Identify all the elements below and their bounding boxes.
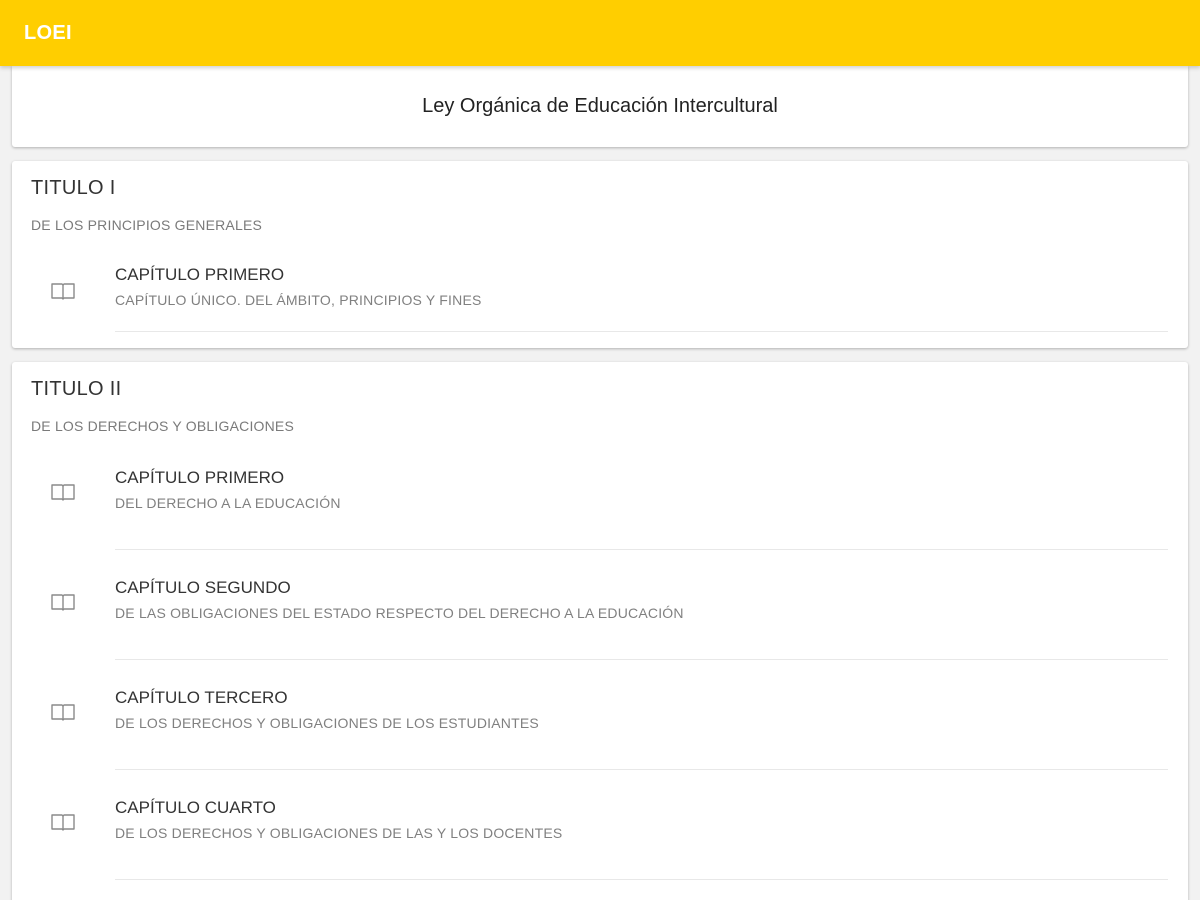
- divider: [115, 879, 1168, 880]
- chapter-description: DE LOS DERECHOS Y OBLIGACIONES DE LOS ES…: [115, 715, 539, 731]
- chapter-description: DEL DERECHO A LA EDUCACIÓN: [115, 495, 341, 511]
- app-title: LOEI: [24, 21, 72, 44]
- law-header-card: Ley Orgánica de Educación Intercultural: [12, 66, 1188, 147]
- chapter-item[interactable]: CAPÍTULO PRIMERO DEL DERECHO A LA EDUCAC…: [12, 442, 1188, 552]
- divider: [115, 549, 1168, 550]
- book-icon: [50, 280, 76, 302]
- chapter-label: CAPÍTULO SEGUNDO: [115, 578, 291, 597]
- titulo-card-2: TITULO II DE LOS DERECHOS Y OBLIGACIONES…: [12, 362, 1188, 900]
- chapter-label: CAPÍTULO CUARTO: [115, 798, 276, 817]
- titulo-heading: TITULO I: [31, 177, 116, 199]
- app-toolbar: LOEI: [0, 0, 1200, 66]
- divider: [115, 769, 1168, 770]
- chapter-description: DE LOS DERECHOS Y OBLIGACIONES DE LAS Y …: [115, 825, 563, 841]
- divider: [115, 331, 1168, 332]
- book-icon: [50, 591, 76, 613]
- chapter-label: CAPÍTULO PRIMERO: [115, 468, 285, 487]
- chapter-description: DE LAS OBLIGACIONES DEL ESTADO RESPECTO …: [115, 605, 684, 621]
- titulo-heading: TITULO II: [31, 378, 122, 400]
- titulo-subheading: DE LOS DERECHOS Y OBLIGACIONES: [31, 418, 295, 434]
- book-icon: [50, 481, 76, 503]
- chapter-label: CAPÍTULO PRIMERO: [115, 265, 285, 284]
- chapter-item[interactable]: CAPÍTULO CUARTO DE LOS DERECHOS Y OBLIGA…: [12, 772, 1188, 882]
- chapter-item[interactable]: CAPÍTULO PRIMERO CAPÍTULO ÚNICO. DEL ÁMB…: [12, 241, 1188, 341]
- divider: [115, 659, 1168, 660]
- chapter-description: CAPÍTULO ÚNICO. DEL ÁMBITO, PRINCIPIOS Y…: [115, 292, 482, 308]
- chapter-item[interactable]: CAPÍTULO SEGUNDO DE LAS OBLIGACIONES DEL…: [12, 552, 1188, 662]
- chapter-label: CAPÍTULO TERCERO: [115, 688, 288, 707]
- book-icon: [50, 701, 76, 723]
- titulo-card-1: TITULO I DE LOS PRINCIPIOS GENERALES CAP…: [12, 161, 1188, 348]
- book-icon: [50, 811, 76, 833]
- chapter-item[interactable]: CAPÍTULO TERCERO DE LOS DERECHOS Y OBLIG…: [12, 662, 1188, 772]
- chapter-list: CAPÍTULO PRIMERO DEL DERECHO A LA EDUCAC…: [12, 442, 1188, 882]
- titulo-subheading: DE LOS PRINCIPIOS GENERALES: [31, 217, 263, 233]
- content-scroll-area[interactable]: Ley Orgánica de Educación Intercultural …: [0, 66, 1200, 900]
- law-title: Ley Orgánica de Educación Intercultural: [422, 95, 778, 117]
- chapter-list: CAPÍTULO PRIMERO CAPÍTULO ÚNICO. DEL ÁMB…: [12, 241, 1188, 341]
